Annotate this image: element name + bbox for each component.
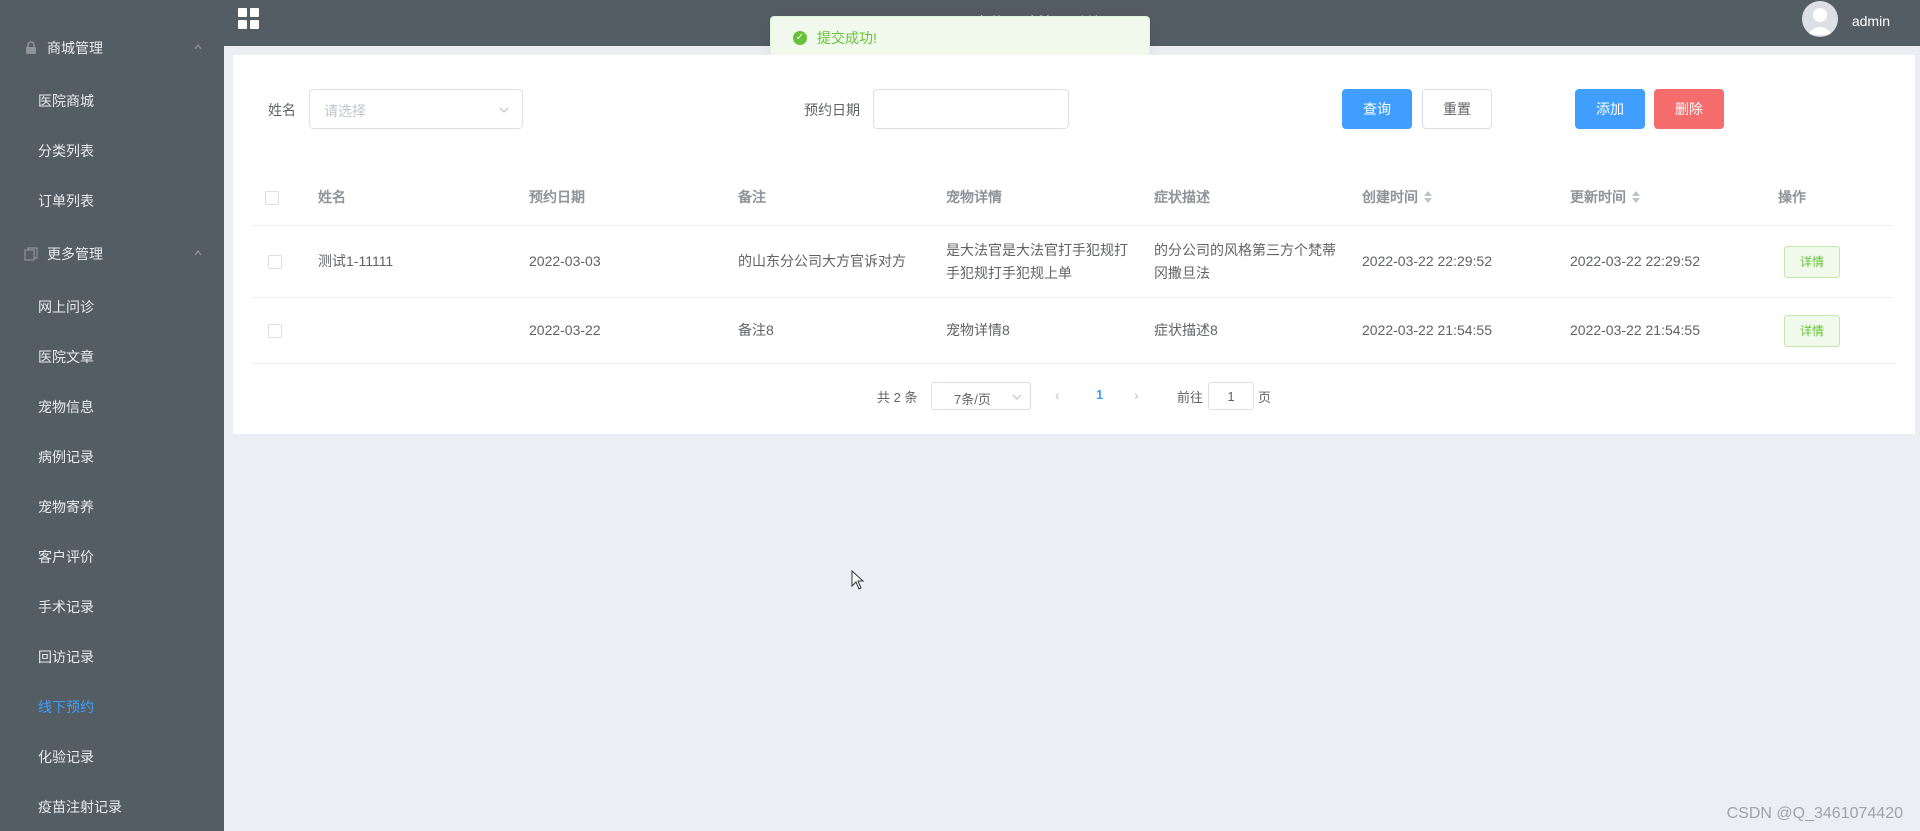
pagination-total: 共 2 条: [877, 390, 918, 405]
header-created[interactable]: 创建时间: [1362, 169, 1432, 225]
cell-updated: 2022-03-22 21:54:55: [1570, 322, 1700, 338]
copy-icon: [24, 247, 38, 261]
cell-created: 2022-03-22 21:54:55: [1362, 322, 1492, 338]
pagination: 共 2 条 7条/页 ‹ 1 › 前往 页: [233, 381, 1915, 411]
select-all-checkbox[interactable]: [265, 191, 279, 205]
sidebar-section-label: 更多管理: [47, 246, 103, 262]
mouse-cursor-icon: [851, 570, 865, 590]
page-size-value: 7条/页: [954, 392, 991, 407]
watermark: CSDN @Q_3461074420: [1726, 805, 1903, 822]
chevron-down-icon: [1012, 394, 1022, 400]
header-name: 姓名: [318, 188, 346, 205]
header-updated[interactable]: 更新时间: [1570, 169, 1640, 225]
date-filter-label: 预约日期: [804, 102, 860, 118]
sidebar-section-mall[interactable]: 商城管理: [0, 23, 224, 73]
add-button[interactable]: 添加: [1575, 89, 1645, 129]
cell-date: 2022-03-22: [529, 322, 601, 338]
detail-button[interactable]: 详情: [1784, 245, 1840, 278]
sidebar-item-pet-boarding[interactable]: 宠物寄养: [0, 482, 224, 532]
name-filter-label: 姓名: [268, 102, 296, 118]
sidebar-item-customer-reviews[interactable]: 客户评价: [0, 532, 224, 582]
table-row: 2022-03-22 备注8 宠物详情8 症状描述8 2022-03-22 21…: [252, 298, 1894, 364]
page-size-select[interactable]: 7条/页: [931, 382, 1031, 410]
row-checkbox[interactable]: [268, 324, 282, 338]
cell-created: 2022-03-22 22:29:52: [1362, 253, 1492, 269]
sidebar-item-case-records[interactable]: 病例记录: [0, 432, 224, 482]
table-header: 姓名 预约日期 备注 宠物详情 症状描述 创建时间 更新时间 操作: [252, 169, 1894, 226]
query-button[interactable]: 查询: [1342, 89, 1412, 129]
sidebar: 商城管理 医院商城 分类列表 订单列表 更多管理 网上问诊 医院文章 宠物信息 …: [0, 0, 224, 831]
cell-name: 测试1-11111: [318, 253, 394, 269]
chevron-up-icon: [194, 44, 202, 50]
sidebar-section-more[interactable]: 更多管理: [0, 229, 224, 279]
avatar[interactable]: [1802, 1, 1838, 37]
name-select[interactable]: 请选择: [309, 89, 523, 129]
success-toast: ✓ 提交成功!: [770, 16, 1150, 60]
cell-symptom: 症状描述8: [1154, 322, 1218, 338]
user-name[interactable]: admin: [1852, 13, 1890, 29]
header-note: 备注: [738, 188, 766, 205]
sidebar-item-surgery-records[interactable]: 手术记录: [0, 582, 224, 632]
cell-action: 详情: [1784, 226, 1840, 297]
sidebar-item-order-list[interactable]: 订单列表: [0, 176, 224, 226]
header-created-label: 创建时间: [1362, 188, 1418, 205]
cell-action: 详情: [1784, 298, 1840, 363]
delete-button[interactable]: 删除: [1654, 89, 1724, 129]
sidebar-item-hospital-mall[interactable]: 医院商城: [0, 76, 224, 126]
header-date: 预约日期: [529, 188, 585, 205]
chevron-down-icon: [499, 107, 509, 113]
cell-date: 2022-03-03: [529, 253, 601, 269]
page-number-current[interactable]: 1: [1096, 387, 1103, 402]
next-page-icon[interactable]: ›: [1134, 387, 1139, 403]
header-updated-label: 更新时间: [1570, 188, 1626, 205]
toast-message: 提交成功!: [817, 30, 877, 46]
sidebar-item-followup-records[interactable]: 回访记录: [0, 632, 224, 682]
header-symptom: 症状描述: [1154, 188, 1210, 205]
name-select-placeholder: 请选择: [324, 103, 366, 119]
chevron-up-icon: [194, 250, 202, 256]
sidebar-item-hospital-articles[interactable]: 医院文章: [0, 332, 224, 382]
cell-note: 备注8: [738, 322, 774, 338]
table-row: 测试1-11111 2022-03-03 的山东分公司大方官诉对方 是大法官是大…: [252, 226, 1894, 298]
page-suffix: 页: [1258, 390, 1272, 405]
sidebar-item-pet-info[interactable]: 宠物信息: [0, 382, 224, 432]
reset-button[interactable]: 重置: [1422, 89, 1492, 129]
main-card: 姓名 请选择 预约日期 查询 重置 添加 删除 姓名 预约日期 备注 宠物详情 …: [233, 55, 1915, 434]
sidebar-item-online-consult[interactable]: 网上问诊: [0, 282, 224, 332]
cell-symptom: 的分公司的风格第三方个梵蒂冈撒旦法: [1154, 241, 1336, 281]
sidebar-item-category-list[interactable]: 分类列表: [0, 126, 224, 176]
sidebar-item-vaccine-records[interactable]: 疫苗注射记录: [0, 782, 224, 831]
sort-icon[interactable]: [1424, 191, 1432, 203]
sort-icon[interactable]: [1632, 191, 1640, 203]
grid-menu-icon[interactable]: [238, 8, 260, 30]
goto-label: 前往: [1177, 390, 1204, 405]
sidebar-item-offline-appointment[interactable]: 线下预约: [0, 682, 224, 732]
cell-pet-detail: 宠物详情8: [946, 322, 1010, 338]
date-input[interactable]: [873, 89, 1069, 129]
cell-updated: 2022-03-22 22:29:52: [1570, 253, 1700, 269]
sidebar-item-lab-records[interactable]: 化验记录: [0, 732, 224, 782]
header-pet-detail: 宠物详情: [946, 188, 1002, 205]
cell-note: 的山东分公司大方官诉对方: [738, 253, 906, 269]
appointment-table: 姓名 预约日期 备注 宠物详情 症状描述 创建时间 更新时间 操作 测试1-11…: [252, 169, 1894, 364]
cell-pet-detail: 是大法官是大法官打手犯规打手犯规打手犯规上单: [946, 241, 1128, 281]
sidebar-section-label: 商城管理: [47, 40, 103, 56]
prev-page-icon[interactable]: ‹: [1055, 387, 1060, 403]
check-circle-icon: ✓: [793, 31, 807, 45]
detail-button[interactable]: 详情: [1784, 314, 1840, 347]
lock-icon: [24, 41, 38, 55]
header-action: 操作: [1778, 188, 1806, 205]
goto-page-input[interactable]: [1208, 382, 1254, 410]
row-checkbox[interactable]: [268, 255, 282, 269]
